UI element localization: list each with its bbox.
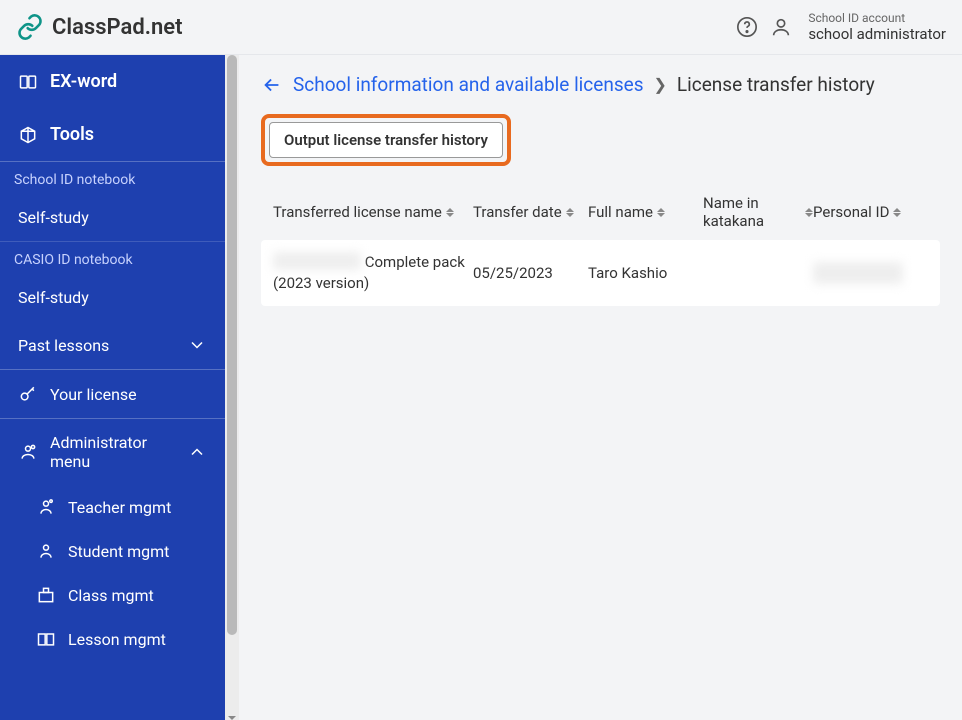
breadcrumb-link-school-info[interactable]: School information and available license…: [293, 73, 644, 96]
key-icon: [18, 384, 38, 404]
output-history-button[interactable]: Output license transfer history: [269, 122, 503, 158]
sidebar-item-your-license[interactable]: Your license: [0, 370, 225, 418]
nav-label: Student mgmt: [68, 542, 169, 561]
tools-icon: [18, 125, 38, 145]
back-arrow-icon[interactable]: [261, 74, 283, 96]
sidebar-scrollbar[interactable]: [225, 55, 239, 720]
class-icon: [36, 585, 56, 605]
history-table: Transferred license name Transfer date F…: [261, 184, 940, 306]
brand-name: ClassPad.net: [52, 15, 183, 40]
sort-icon: [893, 205, 903, 219]
breadcrumb-current: License transfer history: [677, 73, 875, 96]
dictionary-icon: [18, 72, 38, 92]
sidebar-item-self-study[interactable]: Self-study: [0, 194, 225, 241]
sidebar-section-casio-notebook: CASIO ID notebook: [0, 242, 225, 274]
nav-label: Self-study: [18, 208, 89, 227]
admin-icon: [18, 442, 38, 462]
sidebar-item-class-mgmt[interactable]: Class mgmt: [0, 573, 225, 617]
highlight-annotation: Output license transfer history: [261, 114, 511, 166]
chevron-right-icon: ❯: [654, 75, 667, 94]
nav-label: Past lessons: [18, 336, 109, 355]
col-header-license[interactable]: Transferred license name: [273, 203, 473, 221]
sidebar-item-admin-menu[interactable]: Administrator menu: [0, 419, 225, 485]
table-header-row: Transferred license name Transfer date F…: [261, 184, 940, 240]
account-info[interactable]: School ID account school administrator: [808, 11, 946, 43]
lesson-icon: [36, 629, 56, 649]
breadcrumb: School information and available license…: [261, 73, 940, 96]
col-header-fullname[interactable]: Full name: [588, 203, 703, 221]
student-icon: [36, 541, 56, 561]
sidebar-item-self-study-2[interactable]: Self-study: [0, 274, 225, 321]
topbar-actions: School ID account school administrator: [736, 11, 946, 43]
nav-label: Tools: [50, 124, 94, 145]
sidebar-item-lesson-mgmt[interactable]: Lesson mgmt: [0, 617, 225, 661]
sidebar: EX-word Tools School ID notebook Self-st…: [0, 55, 225, 720]
sort-icon: [446, 205, 456, 219]
col-header-pid[interactable]: Personal ID: [813, 203, 928, 221]
user-icon[interactable]: [770, 16, 792, 38]
sidebar-item-past-lessons[interactable]: Past lessons: [0, 321, 225, 369]
nav-label: Administrator menu: [50, 433, 175, 471]
scrollbar-down-arrow-icon[interactable]: [227, 708, 237, 718]
sort-icon: [805, 205, 813, 219]
sidebar-item-exword[interactable]: EX-word: [0, 55, 225, 108]
chevron-up-icon: [187, 442, 207, 462]
nav-label: Lesson mgmt: [68, 630, 166, 649]
table-row: xxxxxx Complete pack (2023 version) 05/2…: [261, 240, 940, 306]
nav-label: Self-study: [18, 288, 89, 307]
redacted-text: xxxxxx: [273, 252, 361, 270]
account-type-label: School ID account: [808, 11, 946, 25]
redacted-text: xxxxxxx: [813, 262, 903, 284]
sidebar-item-student-mgmt[interactable]: Student mgmt: [0, 529, 225, 573]
chevron-down-icon: [187, 335, 207, 355]
topbar: ClassPad.net School ID account school ad…: [0, 0, 962, 55]
sidebar-item-tools[interactable]: Tools: [0, 108, 225, 161]
sidebar-item-teacher-mgmt[interactable]: Teacher mgmt: [0, 485, 225, 529]
col-header-katakana[interactable]: Name in katakana: [703, 194, 813, 230]
sidebar-section-school-notebook: School ID notebook: [0, 162, 225, 194]
nav-label: Class mgmt: [68, 586, 154, 605]
sort-icon: [657, 205, 667, 219]
cell-license: xxxxxx Complete pack (2023 version): [273, 252, 473, 294]
col-header-date[interactable]: Transfer date: [473, 203, 588, 221]
cell-pid: xxxxxxx: [813, 262, 928, 284]
cell-date: 05/25/2023: [473, 264, 588, 282]
nav-label: Teacher mgmt: [68, 498, 171, 517]
brand-logo-icon: [16, 13, 44, 41]
brand[interactable]: ClassPad.net: [16, 13, 183, 41]
cell-fullname: Taro Kashio: [588, 264, 703, 282]
scrollbar-thumb[interactable]: [227, 55, 237, 635]
nav-label: Your license: [50, 385, 137, 404]
sort-icon: [566, 205, 576, 219]
main-content: School information and available license…: [239, 55, 962, 720]
teacher-icon: [36, 497, 56, 517]
account-role-label: school administrator: [808, 25, 946, 43]
nav-label: EX-word: [50, 71, 117, 92]
help-icon[interactable]: [736, 16, 758, 38]
